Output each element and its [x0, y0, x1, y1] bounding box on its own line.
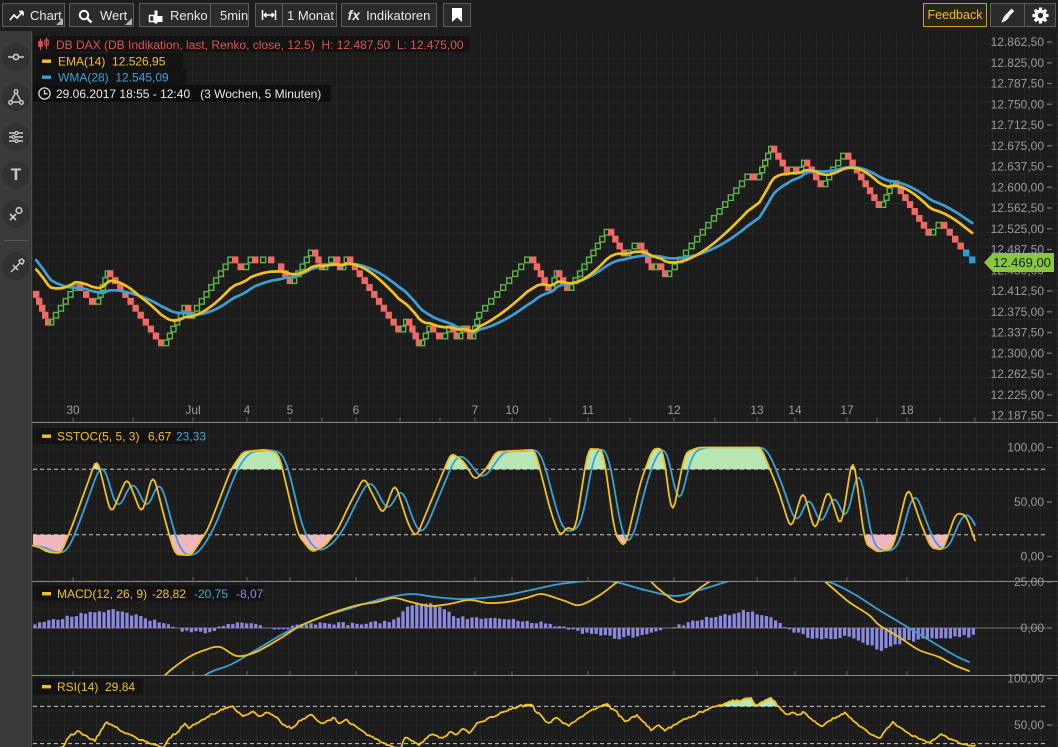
svg-text:12.375,00: 12.375,00 [991, 305, 1045, 319]
svg-text:12.825,00: 12.825,00 [991, 56, 1045, 70]
svg-text:17: 17 [840, 403, 854, 417]
svg-text:12.525,00: 12.525,00 [991, 222, 1045, 236]
svg-text:12.600,00: 12.600,00 [991, 180, 1045, 194]
svg-text:12.712,50: 12.712,50 [991, 118, 1045, 132]
svg-text:4: 4 [244, 403, 251, 417]
svg-text:SSTOC(5, 5, 3): SSTOC(5, 5, 3) [57, 430, 139, 444]
svg-text:18: 18 [900, 403, 914, 417]
svg-text:30: 30 [66, 403, 80, 417]
svg-text:12.187,50: 12.187,50 [991, 409, 1045, 423]
svg-text:12.300,00: 12.300,00 [991, 346, 1045, 360]
svg-text:12.637,50: 12.637,50 [991, 160, 1045, 174]
svg-text:Jul: Jul [185, 403, 200, 417]
svg-text:EMA(14) 12.526,95: EMA(14) 12.526,95 [58, 55, 166, 69]
svg-text:12.225,00: 12.225,00 [991, 388, 1045, 402]
svg-text:0,00: 0,00 [1021, 550, 1045, 564]
svg-text:10: 10 [505, 403, 519, 417]
svg-text:-20,75: -20,75 [194, 587, 228, 601]
svg-text:11: 11 [582, 403, 595, 417]
svg-text:RSI(14) 29,84: RSI(14) 29,84 [57, 680, 135, 694]
svg-text:25,00: 25,00 [1014, 575, 1044, 589]
svg-text:12.337,50: 12.337,50 [991, 326, 1045, 340]
svg-text:23,33: 23,33 [176, 430, 206, 444]
svg-text:WMA(28) 12.545,09: WMA(28) 12.545,09 [58, 71, 169, 85]
svg-text:13: 13 [750, 403, 764, 417]
svg-text:-8,07: -8,07 [236, 587, 264, 601]
svg-text:12.262,50: 12.262,50 [991, 367, 1045, 381]
svg-text:12.862,50: 12.862,50 [991, 35, 1045, 49]
svg-text:5: 5 [287, 403, 294, 417]
svg-text:50,00: 50,00 [1014, 718, 1044, 732]
svg-text:MACD(12, 26, 9): MACD(12, 26, 9) [57, 587, 147, 601]
svg-text:12: 12 [667, 403, 681, 417]
svg-text:100,00: 100,00 [1007, 672, 1044, 686]
svg-text:50,00: 50,00 [1014, 495, 1044, 509]
svg-text:-28,82: -28,82 [152, 587, 186, 601]
svg-text:12.750,00: 12.750,00 [991, 98, 1045, 112]
svg-text:12.787,50: 12.787,50 [991, 77, 1045, 91]
svg-text:100,00: 100,00 [1007, 441, 1044, 455]
svg-text:29.06.2017 18:55 - 12:40 (3: 29.06.2017 18:55 - 12:40 (3 Wochen, 5 Mi… [56, 87, 321, 101]
svg-text:12.675,00: 12.675,00 [991, 139, 1045, 153]
svg-text:6: 6 [353, 403, 360, 417]
svg-text:12.412,50: 12.412,50 [991, 284, 1045, 298]
svg-text:DB DAX (DB Indikation, last, R: DB DAX (DB Indikation, last, Renko, clos… [56, 38, 464, 52]
svg-text:12.562,50: 12.562,50 [991, 201, 1045, 215]
svg-text:0,00: 0,00 [1021, 621, 1045, 635]
svg-text:14: 14 [788, 403, 802, 417]
svg-text:12.469,00: 12.469,00 [993, 255, 1051, 270]
svg-text:7: 7 [472, 403, 479, 417]
svg-text:6,67: 6,67 [148, 430, 172, 444]
